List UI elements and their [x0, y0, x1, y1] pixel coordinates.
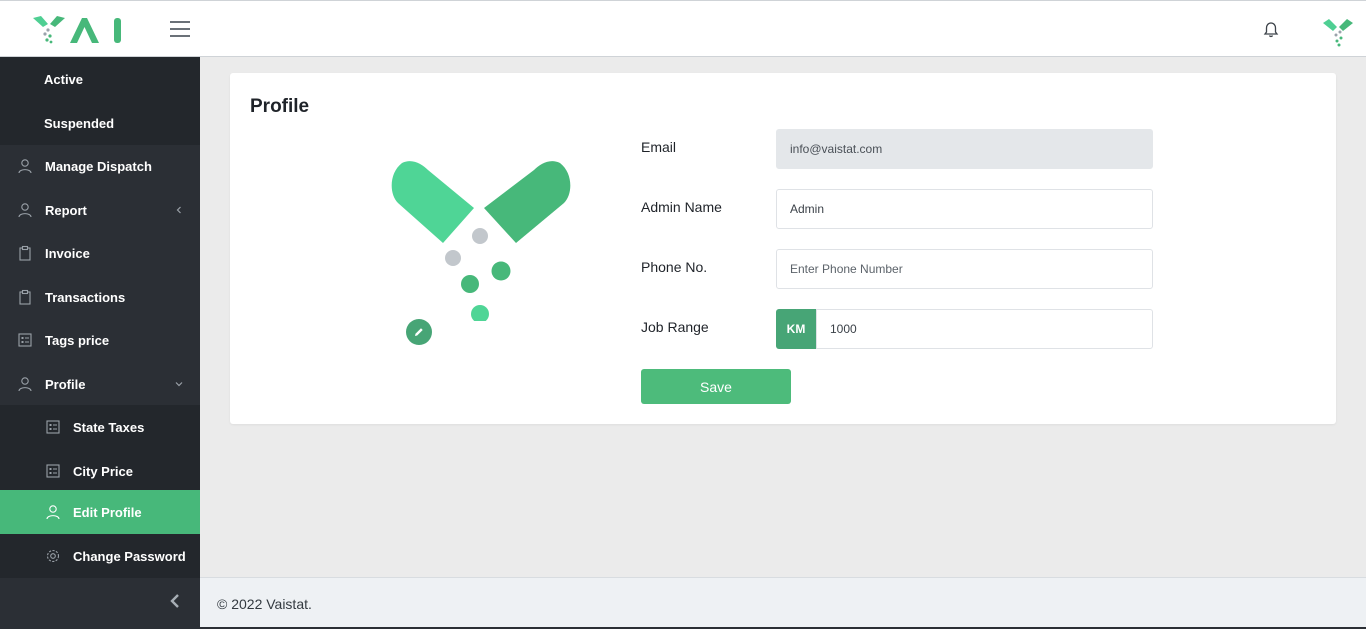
page-title: Profile [250, 96, 310, 117]
save-button[interactable]: Save [641, 369, 791, 404]
job-range-label: Job Range [641, 319, 709, 335]
sidebar-item-label: Invoice [45, 245, 90, 261]
user-icon [46, 505, 60, 520]
sidebar-item-label: Report [45, 202, 87, 218]
profile-card: Profile Email Admin Name Phone No. Job R… [230, 73, 1336, 424]
sidebar-item-report[interactable]: Report [0, 188, 200, 232]
footer: © 2022 Vaistat. [200, 577, 1366, 627]
sidebar-item-change-password[interactable]: Change Password [0, 534, 200, 578]
email-label: Email [641, 139, 677, 155]
list-icon [46, 464, 60, 478]
sidebar-item-label: Change Password [73, 548, 186, 564]
brand-logo[interactable] [31, 15, 123, 45]
sidebar-item-tags-price[interactable]: Tags price [0, 318, 200, 362]
user-icon [18, 377, 32, 392]
sidebar-item-profile[interactable]: Profile [0, 362, 200, 406]
admin-name-label: Admin Name [641, 199, 722, 215]
sidebar-item-label: Edit Profile [73, 504, 142, 520]
top-bar [0, 0, 1366, 57]
sidebar-item-label: Suspended [44, 115, 115, 131]
hamburger-icon[interactable] [170, 21, 190, 39]
sidebar-item-label: City Price [73, 463, 133, 479]
sidebar-item-label: Profile [45, 376, 86, 392]
clipboard-icon [19, 245, 31, 261]
sidebar-item-edit-profile[interactable]: Edit Profile [0, 490, 200, 534]
sidebar: Active Suspended Manage Dispatch Report … [0, 57, 200, 629]
phone-field[interactable] [776, 249, 1153, 289]
sidebar-item-label: State Taxes [73, 419, 145, 435]
list-icon [18, 333, 32, 347]
profile-image [391, 161, 571, 321]
brand-mark-icon[interactable] [1322, 17, 1354, 47]
sidebar-item-label: Tags price [45, 332, 110, 348]
email-field [776, 129, 1153, 169]
user-icon [18, 203, 32, 218]
sidebar-item-label: Active [44, 71, 84, 87]
sidebar-item-label: Manage Dispatch [45, 158, 152, 174]
gear-icon [46, 549, 60, 563]
phone-label: Phone No. [641, 259, 708, 275]
sidebar-item-state-taxes[interactable]: State Taxes [0, 405, 200, 449]
job-range-field[interactable] [816, 309, 1153, 349]
bell-icon[interactable] [1262, 21, 1280, 39]
sidebar-item-invoice[interactable]: Invoice [0, 231, 200, 275]
sidebar-item-label: Transactions [45, 289, 126, 305]
sidebar-item-city-price[interactable]: City Price [0, 449, 200, 493]
copyright-text: © 2022 Vaistat. [217, 596, 312, 612]
clipboard-icon [19, 289, 31, 305]
chevron-left-icon [176, 206, 181, 214]
sidebar-item-manage-dispatch[interactable]: Manage Dispatch [0, 144, 200, 188]
chevron-left-icon[interactable] [167, 592, 183, 610]
pencil-icon [415, 328, 423, 336]
user-icon [18, 159, 32, 174]
list-icon [46, 420, 60, 434]
edit-photo-button[interactable] [406, 319, 432, 345]
admin-name-field[interactable] [776, 189, 1153, 229]
chevron-down-icon [175, 382, 183, 387]
unit-addon: KM [776, 309, 816, 349]
sidebar-item-suspended[interactable]: Suspended [0, 101, 200, 145]
sidebar-item-active[interactable]: Active [0, 57, 200, 101]
sidebar-item-transactions[interactable]: Transactions [0, 275, 200, 319]
